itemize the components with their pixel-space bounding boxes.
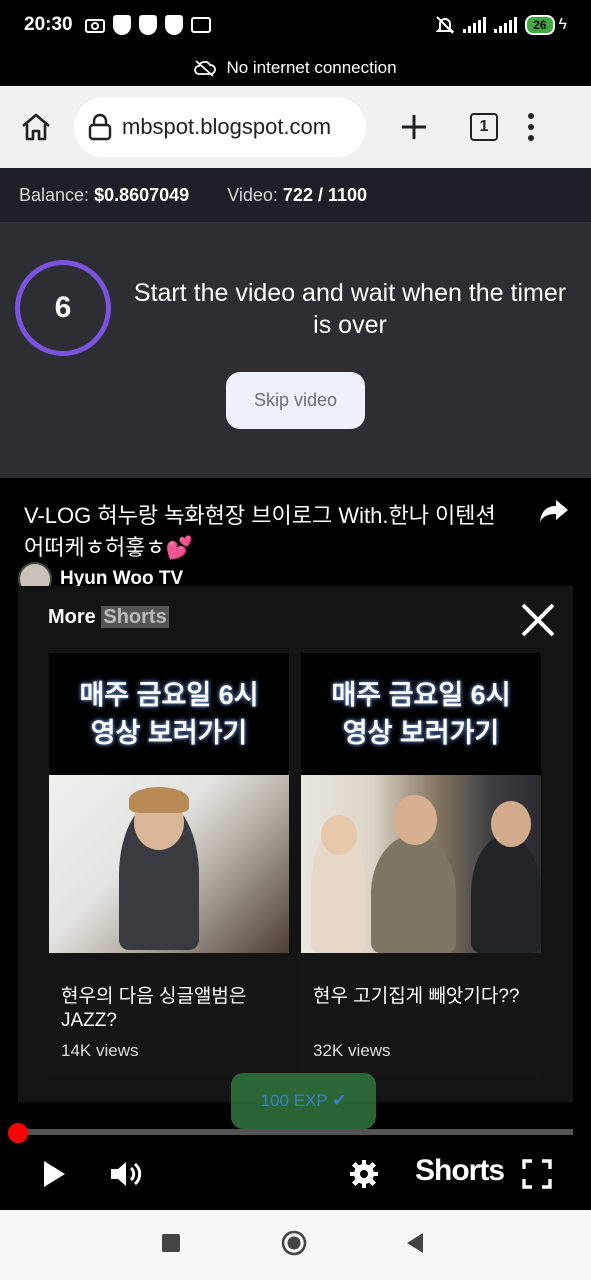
battery-indicator: 26 ϟ xyxy=(525,15,567,35)
stats-bar: Balance: $0.8607049 Video: 722 / 1100 xyxy=(0,168,591,222)
shield-icon xyxy=(112,15,131,35)
video-player[interactable]: V-LOG 혀누랑 녹화현장 브이로그 With.한나 이텐션 어떠케ㅎ허훟ㅎ💕… xyxy=(0,478,591,1210)
browser-toolbar: mbspot.blogspot.com 1 xyxy=(0,86,591,168)
video-label: Video: xyxy=(227,184,278,205)
recents-icon[interactable] xyxy=(162,1234,180,1257)
cloud-off-icon xyxy=(194,60,217,77)
card-banner: 매주 금요일 6시 영상 보러가기 xyxy=(301,653,541,775)
progress-bar[interactable] xyxy=(18,1129,573,1135)
charging-icon: ϟ xyxy=(558,16,567,33)
window-icon xyxy=(190,17,211,33)
card-thumbnail xyxy=(301,775,541,953)
exp-reward-badge: 100 EXP ✔ xyxy=(231,1073,376,1129)
card-info: 현우 고기집게 빼앗기다?? 32K views xyxy=(301,953,541,1077)
new-tab-button[interactable] xyxy=(396,109,432,145)
battery-level: 26 xyxy=(525,15,555,35)
banner-line: 영상 보러가기 xyxy=(342,718,500,748)
banner-line: 매주 금요일 6시 xyxy=(331,680,511,710)
card-banner: 매주 금요일 6시 영상 보러가기 xyxy=(49,653,289,775)
mute-icon xyxy=(435,16,455,34)
more-vert-icon[interactable] xyxy=(528,113,534,141)
card-views: 14K views xyxy=(61,1041,139,1060)
status-time: 20:30 xyxy=(24,14,73,35)
balance-value: $0.8607049 xyxy=(94,184,190,205)
countdown-timer: 6 xyxy=(15,260,111,356)
video-count: 722 / 1100 xyxy=(282,184,368,205)
address-bar[interactable]: mbspot.blogspot.com xyxy=(74,97,366,157)
share-icon[interactable] xyxy=(538,498,570,529)
camera-icon xyxy=(84,19,105,33)
balance-label: Balance: xyxy=(19,184,90,205)
home-circle-icon[interactable] xyxy=(281,1230,307,1261)
banner-line: 매주 금요일 6시 xyxy=(79,680,259,710)
offline-text: No internet connection xyxy=(226,58,397,77)
timer-panel: 6 Start the video and wait when the time… xyxy=(0,222,591,478)
shorts-label: Shorts xyxy=(101,606,169,628)
gear-icon[interactable] xyxy=(348,1150,380,1198)
skip-video-button[interactable]: Skip video xyxy=(226,372,365,429)
plus-icon xyxy=(402,115,426,139)
card-caption: 현우의 다음 싱글앨범은 JAZZ? xyxy=(61,986,247,1031)
home-icon[interactable] xyxy=(14,105,58,149)
status-bar: 20:30 26 ϟ xyxy=(0,0,591,50)
more-shorts-panel: More Shorts 매주 금요일 6시 영상 보러가기 현우의 다음 싱글앨… xyxy=(18,586,573,1102)
signal-icon xyxy=(494,17,518,33)
shorts-button[interactable]: Shorts xyxy=(415,1154,505,1188)
offline-banner: No internet connection xyxy=(0,50,591,86)
short-card[interactable]: 매주 금요일 6시 영상 보러가기 현우 고기집게 빼앗기다?? 32K vie… xyxy=(301,653,541,1077)
progress-scrubber[interactable] xyxy=(8,1123,28,1143)
close-icon[interactable] xyxy=(518,600,558,640)
banner-line: 영상 보러가기 xyxy=(90,718,248,748)
play-icon[interactable] xyxy=(38,1150,70,1198)
short-card[interactable]: 매주 금요일 6시 영상 보러가기 현우의 다음 싱글앨범은 JAZZ? 14K… xyxy=(49,653,289,1077)
signal-icon xyxy=(463,17,487,33)
volume-icon[interactable] xyxy=(106,1150,146,1198)
more-label: More xyxy=(48,606,96,628)
card-caption: 현우 고기집게 빼앗기다?? xyxy=(313,986,520,1007)
card-views: 32K views xyxy=(313,1041,391,1060)
shield-icon xyxy=(138,15,157,35)
shield-icon xyxy=(164,15,183,35)
more-shorts-title: More Shorts xyxy=(48,606,169,629)
url-text: mbspot.blogspot.com xyxy=(122,114,332,139)
back-icon[interactable] xyxy=(405,1232,425,1259)
system-nav-bar xyxy=(0,1210,591,1280)
player-controls: Shorts xyxy=(0,1150,591,1210)
card-thumbnail xyxy=(49,775,289,953)
video-title: V-LOG 혀누랑 녹화현장 브이로그 With.한나 이텐션 어떠케ㅎ허훟ㅎ💕 xyxy=(24,503,496,560)
timer-instruction: Start the video and wait when the timer … xyxy=(133,279,567,339)
tabs-icon[interactable]: 1 xyxy=(470,113,498,141)
fullscreen-icon[interactable] xyxy=(521,1150,553,1198)
card-info: 현우의 다음 싱글앨범은 JAZZ? 14K views xyxy=(49,953,289,1077)
lock-icon xyxy=(88,113,112,141)
